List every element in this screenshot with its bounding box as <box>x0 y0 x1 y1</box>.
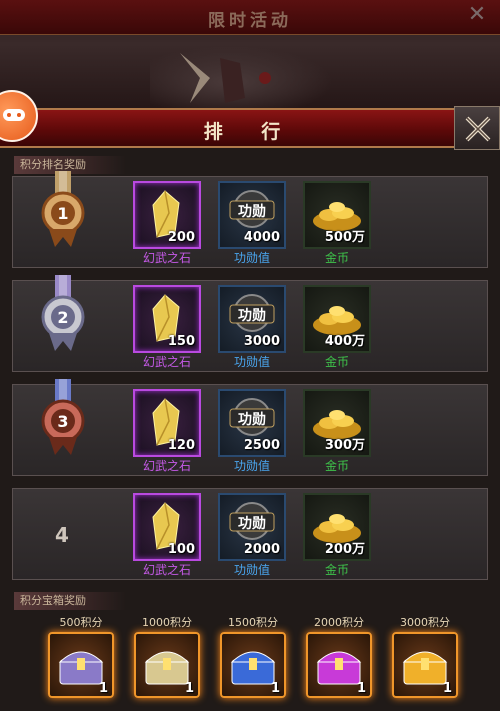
stone-item[interactable]: 200 幻武之石 <box>133 177 203 269</box>
panel-header: 排 行 <box>0 106 500 150</box>
stone-item[interactable]: 120 幻武之石 <box>133 385 203 477</box>
chest-requirement: 2000积分 <box>314 616 364 629</box>
item-count: 150 <box>167 334 195 349</box>
ranking-panel: 排 行 积分排名奖励 1 200 幻武之石 功勋 4000 功勋值 500万 金币 2 150 幻武… <box>0 106 500 711</box>
item-name: 金币 <box>324 251 349 265</box>
svg-text:功勋: 功勋 <box>238 411 266 428</box>
item-count: 200万 <box>324 542 365 557</box>
svg-text:功勋: 功勋 <box>238 203 266 220</box>
merit-item[interactable]: 功勋 2500 功勋值 <box>218 385 288 477</box>
stone-item-icon: 100 <box>133 493 201 561</box>
rank-row: 2 150 幻武之石 功勋 3000 功勋值 400万金币 <box>12 275 488 373</box>
chest-row: 500积分 1 1000积分 1 1500积分 1 2000积分 1 3000积分 1 <box>0 614 500 711</box>
item-name: 金币 <box>324 459 349 473</box>
background-title-bar: 限时活动 ✕ <box>0 0 500 35</box>
merit-item-icon: 功勋 2500 <box>218 389 286 457</box>
item-name: 功勋值 <box>233 355 270 369</box>
treasure-chest-icon: 1 <box>306 632 372 698</box>
item-name: 金币 <box>324 563 349 577</box>
gold-item-icon: 200万 <box>303 493 371 561</box>
item-count: 500万 <box>324 230 365 245</box>
rank-number: 4 <box>55 523 69 547</box>
bronze-medal-icon: 3 <box>37 379 89 459</box>
item-count: 120 <box>167 438 195 453</box>
chest-requirement: 3000积分 <box>400 616 450 629</box>
item-count: 200 <box>167 230 195 245</box>
chest-requirement: 1500积分 <box>228 616 278 629</box>
item-count: 2500 <box>243 438 280 453</box>
merit-item-icon: 功勋 2000 <box>218 493 286 561</box>
gamepad-icon <box>3 109 25 121</box>
item-count: 3000 <box>243 334 280 349</box>
panel-title: 排 行 <box>203 121 297 143</box>
chest-count: 1 <box>442 681 452 696</box>
item-name: 幻武之石 <box>142 251 191 265</box>
gold-item-icon: 300万 <box>303 389 371 457</box>
gold-medal-icon: 1 <box>37 171 89 251</box>
chest-requirement: 500积分 <box>59 616 103 629</box>
background-character-art <box>150 40 350 110</box>
chest-rewards-label: 积分宝箱奖励 <box>14 592 126 610</box>
chest-count: 1 <box>184 681 194 696</box>
svg-text:功勋: 功勋 <box>238 515 266 532</box>
gold-item[interactable]: 200万金币 <box>303 489 373 581</box>
item-name: 幻武之石 <box>142 563 191 577</box>
item-name: 幻武之石 <box>142 355 191 369</box>
gold-item[interactable]: 400万金币 <box>303 281 373 373</box>
treasure-chest-icon: 1 <box>48 632 114 698</box>
background-close-icon: ✕ <box>467 2 487 27</box>
rank-row: 1 200 幻武之石 功勋 4000 功勋值 500万金币 <box>12 171 488 269</box>
rank-row: 4 100 幻武之石 功勋 2000 功勋值 200万金币 <box>12 488 488 580</box>
merit-item-icon: 功勋 3000 <box>218 285 286 353</box>
item-count: 2000 <box>243 542 280 557</box>
svg-text:1: 1 <box>57 204 68 223</box>
background-title: 限时活动 <box>208 11 292 31</box>
close-button[interactable] <box>454 106 500 150</box>
rank-row: 3 120 幻武之石 功勋 2500 功勋值 300万金币 <box>12 379 488 477</box>
item-name: 功勋值 <box>233 459 270 473</box>
gold-item-icon: 500万 <box>303 181 371 249</box>
stone-item-icon: 150 <box>133 285 201 353</box>
treasure-chest-icon: 1 <box>134 632 200 698</box>
merit-item[interactable]: 功勋 3000 功勋值 <box>218 281 288 373</box>
item-name: 幻武之石 <box>142 459 191 473</box>
gold-item-icon: 400万 <box>303 285 371 353</box>
svg-text:功勋: 功勋 <box>238 307 266 324</box>
treasure-chest-icon: 1 <box>392 632 458 698</box>
stone-item[interactable]: 100 幻武之石 <box>133 489 203 581</box>
svg-text:2: 2 <box>57 308 68 327</box>
gold-item[interactable]: 500万金币 <box>303 177 373 269</box>
chest-count: 1 <box>98 681 108 696</box>
close-icon <box>465 116 491 142</box>
chest-count: 1 <box>356 681 366 696</box>
merit-item[interactable]: 功勋 4000 功勋值 <box>218 177 288 269</box>
merit-item-icon: 功勋 4000 <box>218 181 286 249</box>
stone-item-icon: 200 <box>133 181 201 249</box>
item-name: 金币 <box>324 355 349 369</box>
item-count: 400万 <box>324 334 365 349</box>
item-name: 功勋值 <box>233 563 270 577</box>
item-count: 100 <box>167 542 195 557</box>
svg-text:3: 3 <box>57 412 68 431</box>
silver-medal-icon: 2 <box>37 275 89 355</box>
item-count: 300万 <box>324 438 365 453</box>
item-count: 4000 <box>243 230 280 245</box>
gold-item[interactable]: 300万金币 <box>303 385 373 477</box>
chest-requirement: 1000积分 <box>142 616 192 629</box>
treasure-chest-icon: 1 <box>220 632 286 698</box>
stone-item[interactable]: 150 幻武之石 <box>133 281 203 373</box>
chest-count: 1 <box>270 681 280 696</box>
item-name: 功勋值 <box>233 251 270 265</box>
stone-item-icon: 120 <box>133 389 201 457</box>
merit-item[interactable]: 功勋 2000 功勋值 <box>218 489 288 581</box>
